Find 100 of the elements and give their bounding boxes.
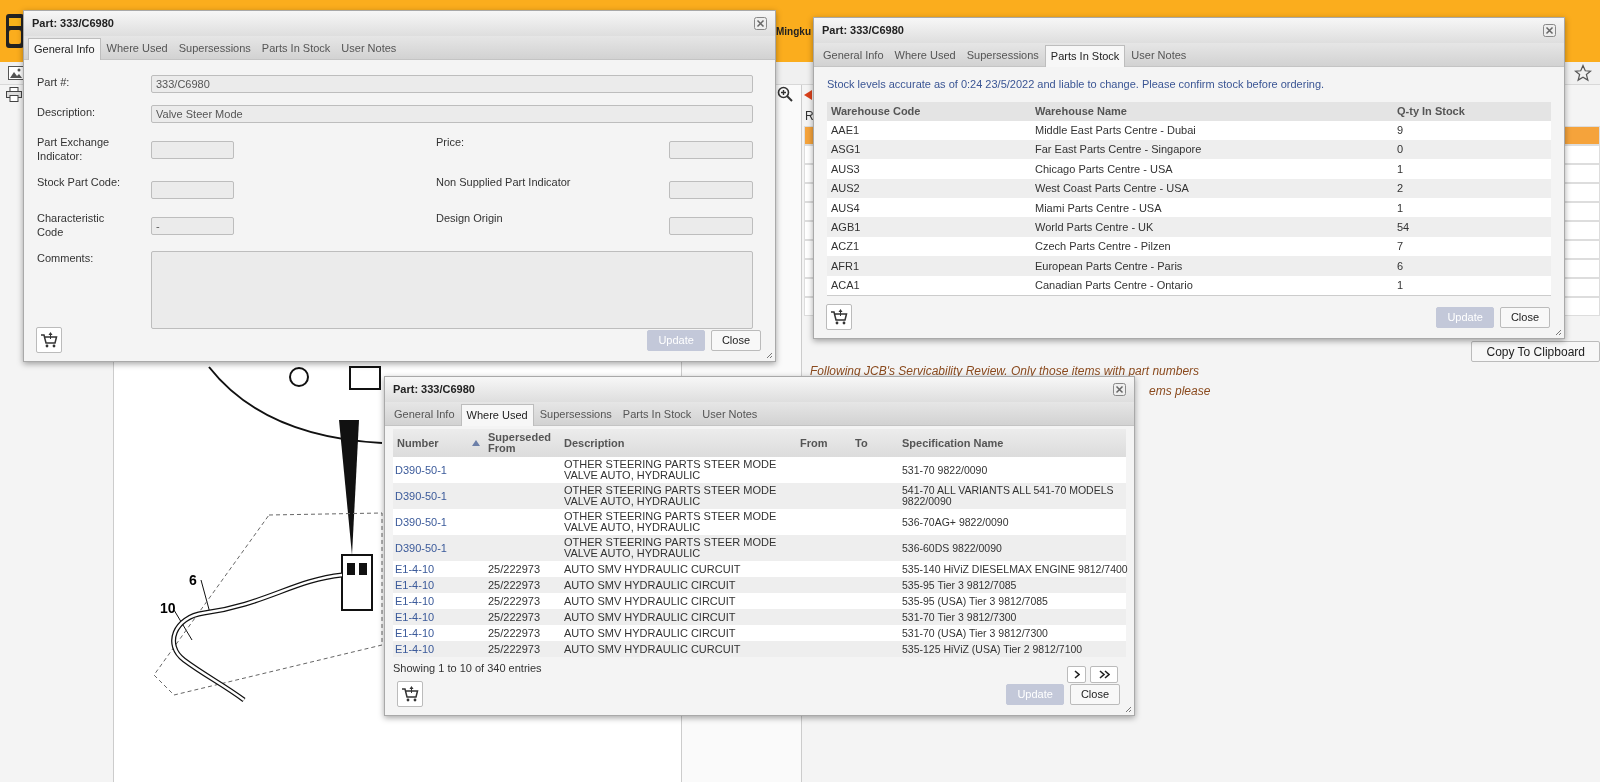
notice-text: ems please [1149, 383, 1211, 400]
part-number-link[interactable]: E1-4-10 [393, 643, 484, 655]
table-cell-text: 535-140 HiViZ DIESELMAX ENGINE 9812/7400 [901, 563, 1128, 575]
table-cell-text: 535-95 Tier 3 9812/7085 [901, 579, 1018, 591]
part-number-link[interactable]: D390-50-1 [393, 464, 484, 476]
table-cell-text: 536-60DS 9822/0090 [901, 542, 1003, 554]
table-cell-text: Chicago Parts Centre - USA [1034, 161, 1174, 177]
tab[interactable]: Parts In Stock [1044, 45, 1126, 67]
input-field[interactable] [669, 217, 753, 235]
table-cell-text: OTHER STEERING PARTS STEER MODE VALVE AUTO, HYDRAULIC [563, 485, 778, 507]
tab[interactable]: General Info [818, 44, 889, 66]
chevron-right-icon [1073, 670, 1080, 679]
tab[interactable]: User Notes [697, 403, 763, 425]
field-label: Stock Part Code: [37, 175, 122, 189]
table-cell-text: AUTO SMV HYDRAULIC CIRCUIT [563, 579, 737, 591]
left-arrow-icon[interactable] [804, 90, 812, 100]
dialog-button[interactable]: Close [710, 329, 761, 351]
star-icon[interactable] [1574, 64, 1592, 82]
table-cell-text: ASG1 [830, 142, 862, 158]
column-header[interactable]: Warehouse Code [827, 102, 1031, 120]
column-header[interactable]: Number [393, 437, 484, 449]
input-field[interactable] [669, 141, 753, 159]
part-number-link[interactable]: D390-50-1 [393, 490, 484, 502]
table-cell-text: 1 [1396, 200, 1405, 216]
input-field[interactable] [669, 181, 753, 199]
copy-to-clipboard-button[interactable]: Copy To Clipboard [1471, 341, 1600, 362]
part-number-link[interactable]: D390-50-1 [393, 516, 484, 528]
tab[interactable]: User Notes [1126, 44, 1192, 66]
cart-icon [40, 331, 58, 349]
part-number-link[interactable]: E1-4-10 [393, 611, 484, 623]
table-cell-text: 531-70 Tier 3 9812/7300 [901, 611, 1018, 623]
table-cell-text: AGB1 [830, 219, 862, 235]
column-header[interactable]: To [851, 437, 898, 449]
tab[interactable]: Where Used [101, 37, 173, 59]
column-header[interactable]: Specification Name [898, 437, 1128, 449]
image-icon[interactable] [8, 66, 24, 80]
part-number-link[interactable]: E1-4-10 [393, 579, 484, 591]
cart-icon [401, 685, 419, 703]
table-cell-text: Canadian Parts Centre - Ontario [1034, 278, 1194, 294]
add-to-cart-button[interactable] [397, 681, 423, 707]
tab[interactable]: Parts In Stock [617, 403, 697, 425]
tab[interactable]: Supersessions [534, 403, 617, 425]
dialog-title: Part: 333/C6980 [822, 23, 904, 39]
callout-number: 6 [189, 572, 197, 588]
table-cell-text: 25/222973 [487, 611, 541, 623]
table-cell-text: West Coast Parts Centre - USA [1034, 181, 1190, 197]
add-to-cart-button[interactable] [36, 327, 62, 353]
table-cell-text: 531-70 9822/0090 [901, 464, 989, 476]
tab[interactable]: General Info [28, 38, 101, 60]
notice-text: Following JCB's Servicability Review. Only those items with part numbers [810, 363, 1200, 380]
table-cell-text: 7 [1396, 239, 1405, 255]
field-label: Design Origin [436, 211, 504, 225]
dialog-button[interactable]: Close [1069, 683, 1120, 705]
resize-grip-icon[interactable] [1125, 706, 1132, 713]
table-cell-text: 25/222973 [487, 579, 541, 591]
dialog-button[interactable]: Close [1499, 306, 1550, 328]
part-number-link[interactable]: E1-4-10 [393, 563, 484, 575]
tab[interactable]: General Info [389, 403, 460, 425]
table-cell-text: 2 [1396, 181, 1405, 197]
table-cell-text: 6 [1396, 258, 1405, 274]
column-header[interactable]: Warehouse Name [1031, 102, 1393, 120]
part-number-link[interactable]: E1-4-10 [393, 595, 484, 607]
resize-grip-icon[interactable] [1555, 329, 1562, 336]
resize-grip-icon[interactable] [766, 352, 773, 359]
tab[interactable]: Parts In Stock [256, 37, 336, 59]
zoom-in-icon[interactable] [777, 86, 793, 102]
table-cell-text: ACA1 [830, 278, 861, 294]
column-header[interactable]: Q-ty In Stock [1393, 102, 1551, 120]
input-field[interactable] [151, 141, 234, 159]
input-field[interactable] [151, 181, 234, 199]
input-field[interactable]: Valve Steer Mode [151, 105, 753, 123]
part-number-link[interactable]: E1-4-10 [393, 627, 484, 639]
table-cell-text: 25/222973 [487, 563, 541, 575]
input-field[interactable]: - [151, 217, 234, 235]
print-icon[interactable] [6, 87, 22, 102]
dialog-title: Part: 333/C6980 [32, 16, 114, 32]
tab[interactable]: Supersessions [961, 44, 1044, 66]
table-cell-text: AUTO SMV HYDRAULIC CIRCUIT [563, 611, 737, 623]
table-cell-text: 54 [1396, 219, 1411, 235]
user-name: Mingku [776, 25, 811, 39]
part-number-link[interactable]: D390-50-1 [393, 542, 484, 554]
tab[interactable]: Supersessions [173, 37, 256, 59]
input-field[interactable]: 333/C6980 [151, 75, 753, 93]
column-header[interactable]: Description [560, 437, 796, 449]
column-header[interactable]: From [796, 437, 851, 449]
close-icon[interactable] [754, 17, 767, 30]
table-cell-text: 25/222973 [487, 627, 541, 639]
tab[interactable]: User Notes [336, 37, 402, 59]
next-page-button[interactable] [1067, 666, 1086, 683]
close-icon[interactable] [1113, 383, 1126, 396]
add-to-cart-button[interactable] [826, 304, 852, 330]
tab[interactable]: Where Used [889, 44, 961, 66]
field-label: Part #: [37, 75, 71, 89]
table-cell-text: AUTO SMV HYDRAULIC CIRCUIT [563, 595, 737, 607]
close-icon[interactable] [1543, 24, 1556, 37]
table-cell-text: Middle East Parts Centre - Dubai [1034, 122, 1197, 138]
field-label: Characteristic Code [37, 211, 106, 239]
tab[interactable]: Where Used [460, 404, 534, 426]
column-header[interactable]: Superseded From [484, 432, 560, 454]
last-page-button[interactable] [1090, 666, 1118, 683]
